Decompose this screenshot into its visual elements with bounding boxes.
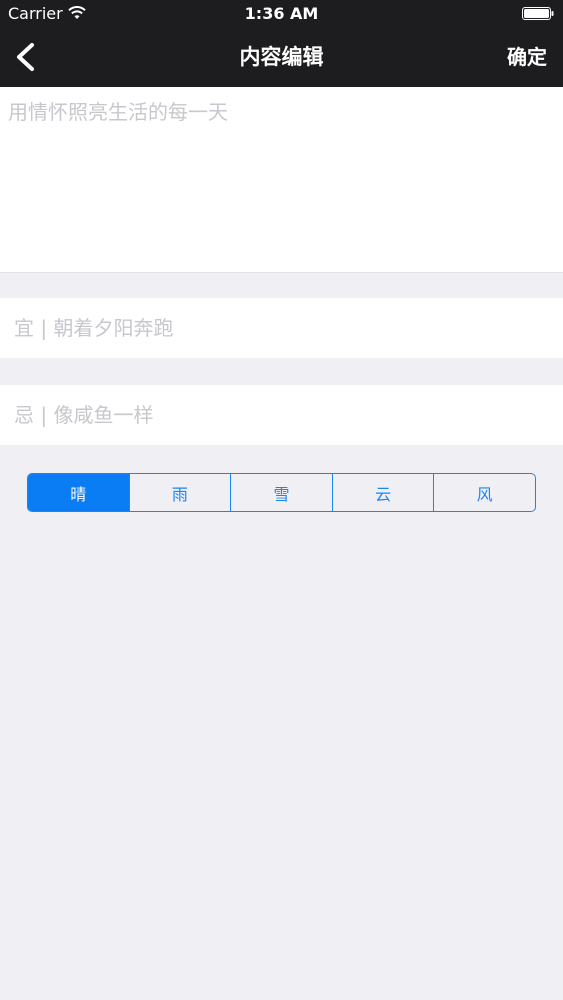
ji-field[interactable]: 忌 | 像咸鱼一样: [0, 385, 563, 445]
ji-field-placeholder: 忌 | 像咸鱼一样: [14, 403, 154, 427]
status-bar: Carrier 1:36 AM: [0, 0, 563, 28]
weather-segment-snow[interactable]: 雪: [230, 474, 332, 511]
navigation-bar: 内容编辑 确定: [0, 28, 563, 87]
weather-segmented-control: 晴 雨 雪 云 风: [27, 473, 536, 512]
content-textarea[interactable]: 用情怀照亮生活的每一天: [0, 87, 563, 273]
status-time: 1:36 AM: [244, 4, 319, 23]
confirm-button[interactable]: 确定: [507, 43, 547, 71]
yi-field[interactable]: 宜 | 朝着夕阳奔跑: [0, 298, 563, 358]
weather-segment-cloud[interactable]: 云: [331, 474, 434, 511]
weather-segment-sunny[interactable]: 晴: [28, 474, 129, 511]
battery-icon: [522, 7, 554, 20]
weather-segment-wind[interactable]: 风: [433, 474, 535, 511]
content-placeholder: 用情怀照亮生活的每一天: [8, 100, 228, 124]
yi-field-placeholder: 宜 | 朝着夕阳奔跑: [14, 316, 174, 340]
top-bar: Carrier 1:36 AM 内容编辑 确定: [0, 0, 563, 87]
weather-segment-rain[interactable]: 雨: [128, 474, 231, 511]
page-title: 内容编辑: [239, 45, 324, 69]
